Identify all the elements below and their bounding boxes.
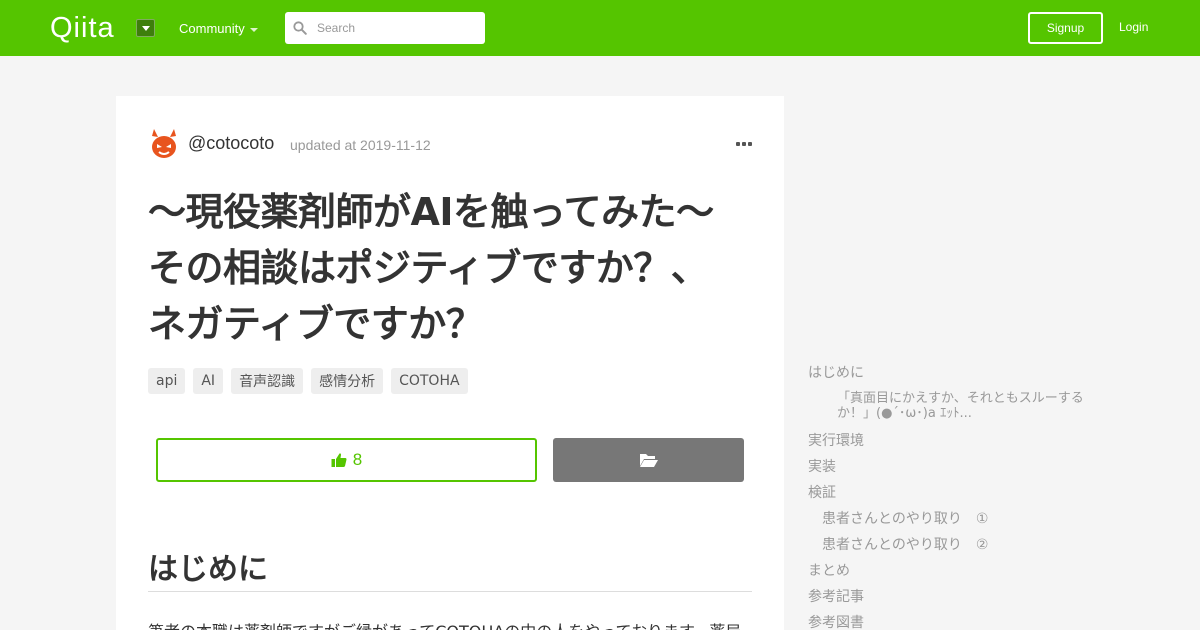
toc-item[interactable]: まとめ xyxy=(808,560,850,580)
caret-down-icon xyxy=(250,28,258,32)
search-icon xyxy=(293,21,307,35)
section-divider xyxy=(148,591,752,592)
article-card: @cotocoto updated at 2019-11-12 ～現役薬剤師がA… xyxy=(116,96,784,630)
like-button[interactable]: 8 xyxy=(156,438,537,482)
tag-api[interactable]: api xyxy=(148,368,186,394)
toc-item[interactable]: 参考記事 xyxy=(808,586,864,606)
tag-ai[interactable]: AI xyxy=(193,368,224,394)
toc-item[interactable]: 検証 xyxy=(808,482,836,502)
like-count: 8 xyxy=(352,450,363,469)
login-link[interactable]: Login xyxy=(1119,20,1148,34)
tag-cotoha[interactable]: COTOHA xyxy=(391,368,468,394)
tag-speech-recognition[interactable]: 音声認識 xyxy=(231,368,304,394)
toc-item[interactable]: 患者さんとのやり取り ① xyxy=(822,508,988,528)
qiita-logo[interactable]: Qiita xyxy=(50,12,115,44)
more-options-icon[interactable] xyxy=(736,142,752,148)
toc-item[interactable]: 実行環境 xyxy=(808,430,864,450)
toc-item[interactable]: 参考図書 xyxy=(808,612,864,630)
section-heading: はじめに xyxy=(148,552,268,587)
toc-item[interactable]: 実装 xyxy=(808,456,836,476)
avatar[interactable] xyxy=(148,127,180,161)
author-link[interactable]: @cotocoto xyxy=(188,133,274,154)
stock-button[interactable] xyxy=(553,438,744,482)
toc-item[interactable]: 患者さんとのやり取り ② xyxy=(822,534,988,554)
thumbs-up-icon xyxy=(331,453,347,467)
search-input[interactable] xyxy=(285,12,485,44)
tag-sentiment-analysis[interactable]: 感情分析 xyxy=(311,368,384,394)
logo-dropdown-button[interactable] xyxy=(136,19,155,37)
global-header: Qiita Community Signup Login xyxy=(0,0,1200,56)
article-body-text: 筆者の本職は薬剤師ですがご縁があってCOTOHAの中の人をやっております。薬局 xyxy=(148,618,752,630)
signup-button[interactable]: Signup xyxy=(1028,12,1103,44)
folder-open-icon xyxy=(639,453,658,467)
toc-item[interactable]: はじめに xyxy=(808,362,864,382)
tag-list: api AI 音声認識 感情分析 COTOHA xyxy=(148,368,468,394)
updated-date: updated at 2019-11-12 xyxy=(290,137,431,153)
toc-item[interactable]: 「真面目にかえすか、それともスルーするか！」(●´･ω･)a ｴｯﾄ... xyxy=(837,391,1097,421)
article-title: ～現役薬剤師がAIを触ってみた～ その相談はポジティブですか？、ネガティブですか… xyxy=(148,190,752,346)
community-menu[interactable]: Community xyxy=(179,21,245,36)
